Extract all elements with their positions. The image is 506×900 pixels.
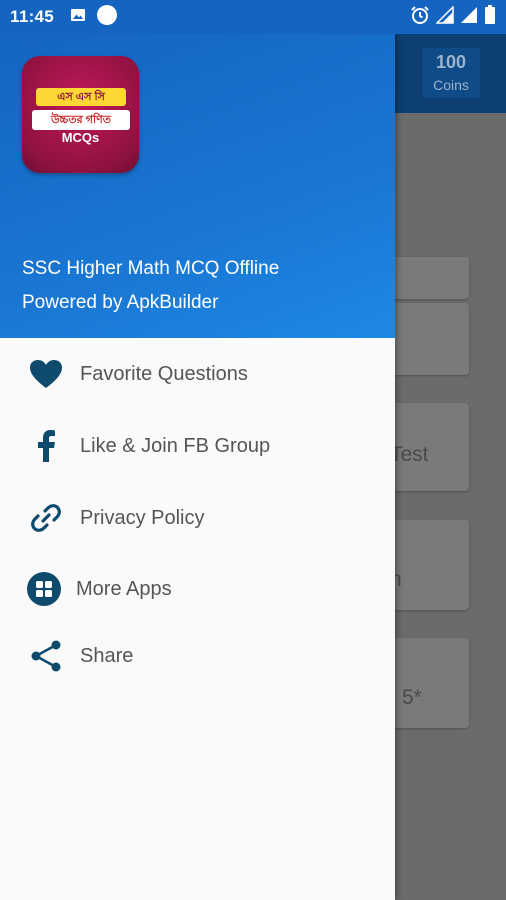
menu-item-privacy-policy[interactable]: Privacy Policy xyxy=(0,488,395,548)
menu-item-more-apps[interactable]: More Apps xyxy=(0,559,395,619)
share-icon xyxy=(28,638,64,674)
menu-item-favorite-questions[interactable]: Favorite Questions xyxy=(0,344,395,404)
coins-label: Coins xyxy=(433,77,469,93)
status-bar: 11:45 xyxy=(0,0,506,34)
heart-icon xyxy=(28,356,64,392)
signal-icon xyxy=(435,4,454,29)
facebook-icon xyxy=(28,428,64,464)
menu-item-share[interactable]: Share xyxy=(0,626,395,686)
menu-item-label: Share xyxy=(80,644,134,667)
drawer-header: এস এস সি উচ্চতর গণিত MCQs SSC Higher Mat… xyxy=(0,34,395,338)
image-icon xyxy=(70,7,86,28)
apps-grid-icon xyxy=(26,571,62,607)
coins-counter[interactable]: 100 Coins xyxy=(422,48,480,98)
circle-icon xyxy=(96,4,118,31)
logo-text-line1: এস এস সি xyxy=(36,88,126,106)
coins-value: 100 xyxy=(435,52,467,72)
menu-item-fb-group[interactable]: Like & Join FB Group xyxy=(0,416,395,476)
card-label: Test xyxy=(390,443,429,466)
status-time: 11:45 xyxy=(10,7,55,26)
logo-text-line3: MCQs xyxy=(61,130,100,145)
app-title: SSC Higher Math MCQ Offline xyxy=(22,258,280,279)
menu-item-label: Privacy Policy xyxy=(80,506,205,529)
alarm-icon xyxy=(410,5,430,30)
logo-text-line2: উচ্চতর গণিত xyxy=(32,110,130,130)
app-logo: এস এস সি উচ্চতর গণিত MCQs xyxy=(22,56,139,173)
app-subtitle: Powered by ApkBuilder xyxy=(22,292,219,313)
card-label: 5* xyxy=(402,686,422,709)
signal-icon xyxy=(460,6,478,29)
link-icon xyxy=(28,500,64,536)
menu-item-label: Like & Join FB Group xyxy=(80,434,271,457)
battery-icon xyxy=(484,4,496,30)
navigation-drawer: এস এস সি উচ্চতর গণিত MCQs SSC Higher Mat… xyxy=(0,34,395,900)
menu-item-label: More Apps xyxy=(76,577,172,600)
menu-item-label: Favorite Questions xyxy=(80,362,248,385)
